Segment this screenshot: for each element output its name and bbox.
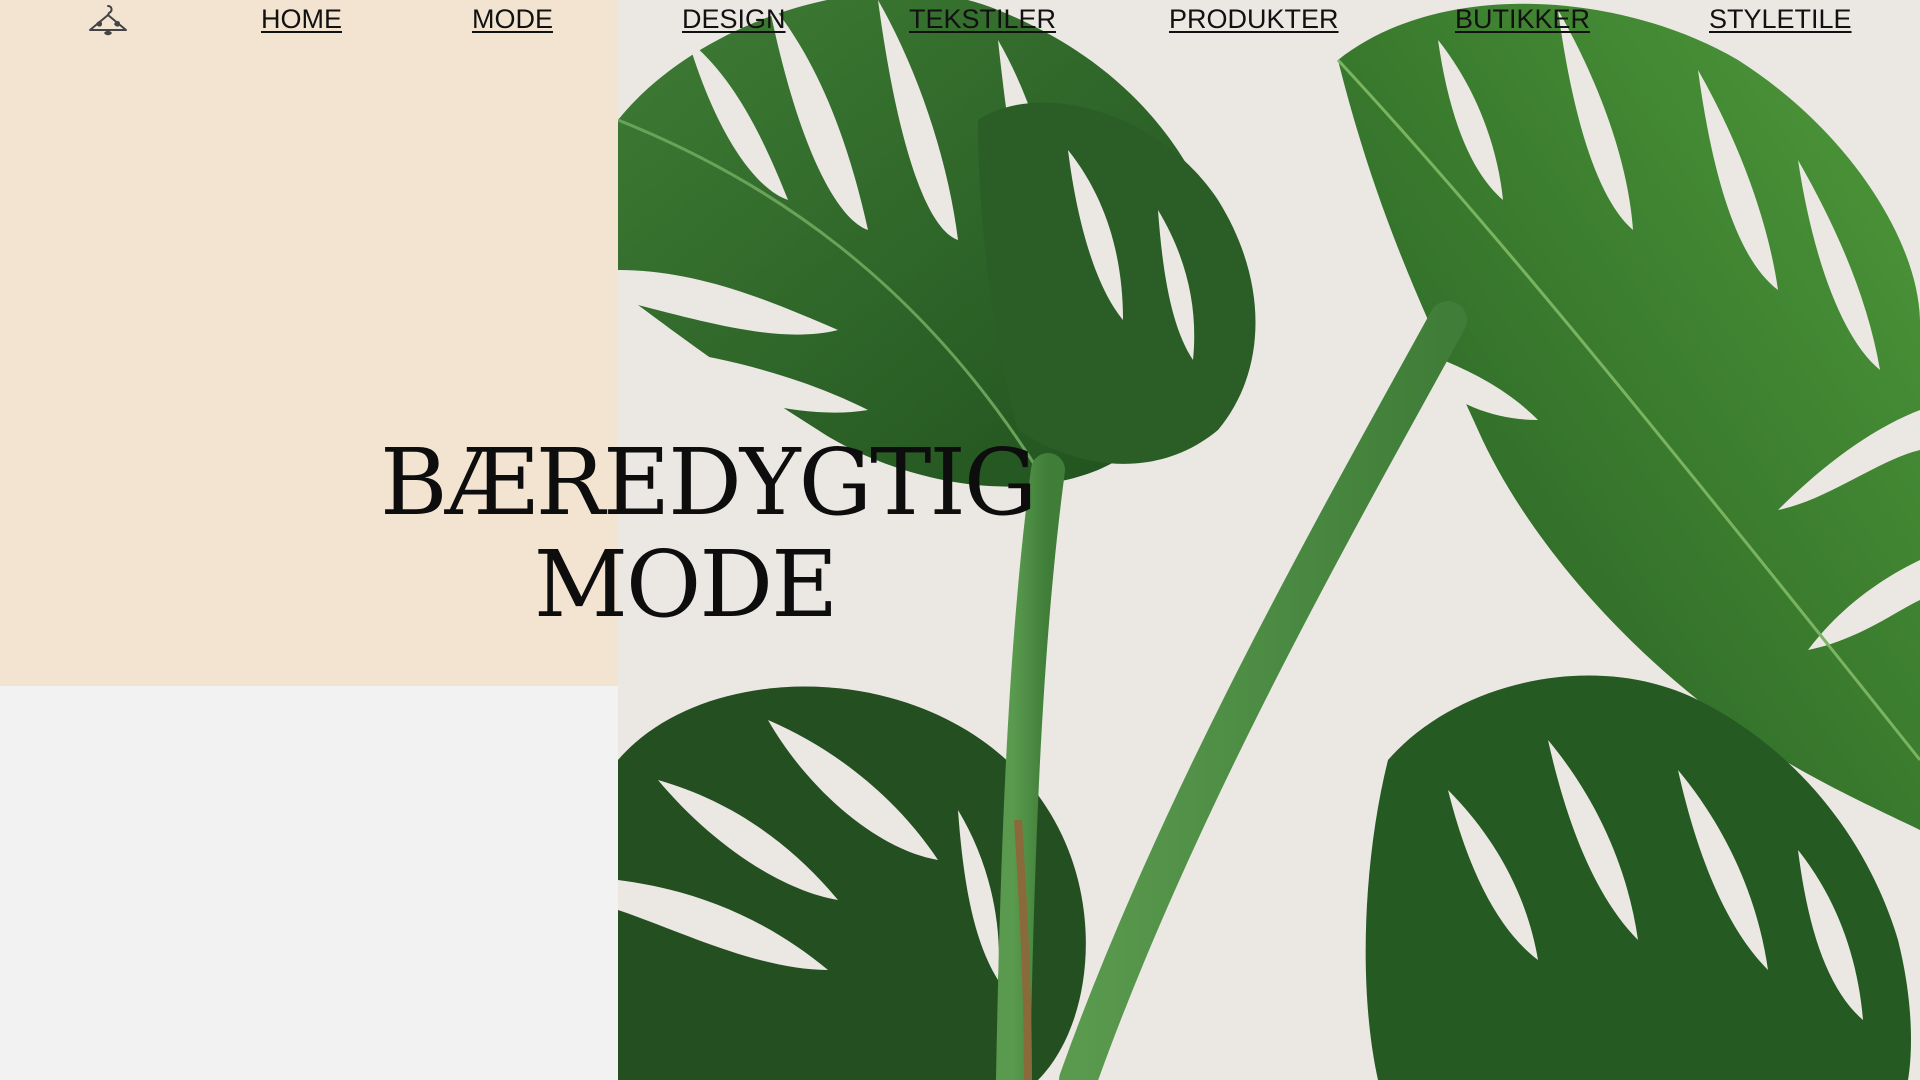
hero-title-line-1: BÆREDYGTIG	[380, 429, 1037, 536]
nav-link-styletile[interactable]: STYLETILE	[1709, 0, 1852, 38]
hero-title-line-2: MODE	[533, 531, 839, 638]
hanger-icon[interactable]	[86, 2, 130, 38]
nav-link-mode[interactable]: MODE	[472, 0, 553, 38]
hanger-icon-graphic	[89, 5, 127, 36]
nav-link-butikker[interactable]: BUTIKKER	[1455, 0, 1590, 38]
nav-link-tekstiler[interactable]: TEKSTILER	[909, 0, 1056, 38]
main-navigation: HOME MODE DESIGN TEKSTILER PRODUKTER BUT…	[0, 0, 1920, 38]
nav-link-produkter[interactable]: PRODUKTER	[1169, 0, 1339, 38]
page: HOME MODE DESIGN TEKSTILER PRODUKTER BUT…	[0, 0, 1920, 1080]
hero-title: BÆREDYGTIG MODE	[380, 429, 1037, 638]
nav-link-design[interactable]: DESIGN	[682, 0, 786, 38]
nav-link-home[interactable]: HOME	[261, 0, 342, 38]
